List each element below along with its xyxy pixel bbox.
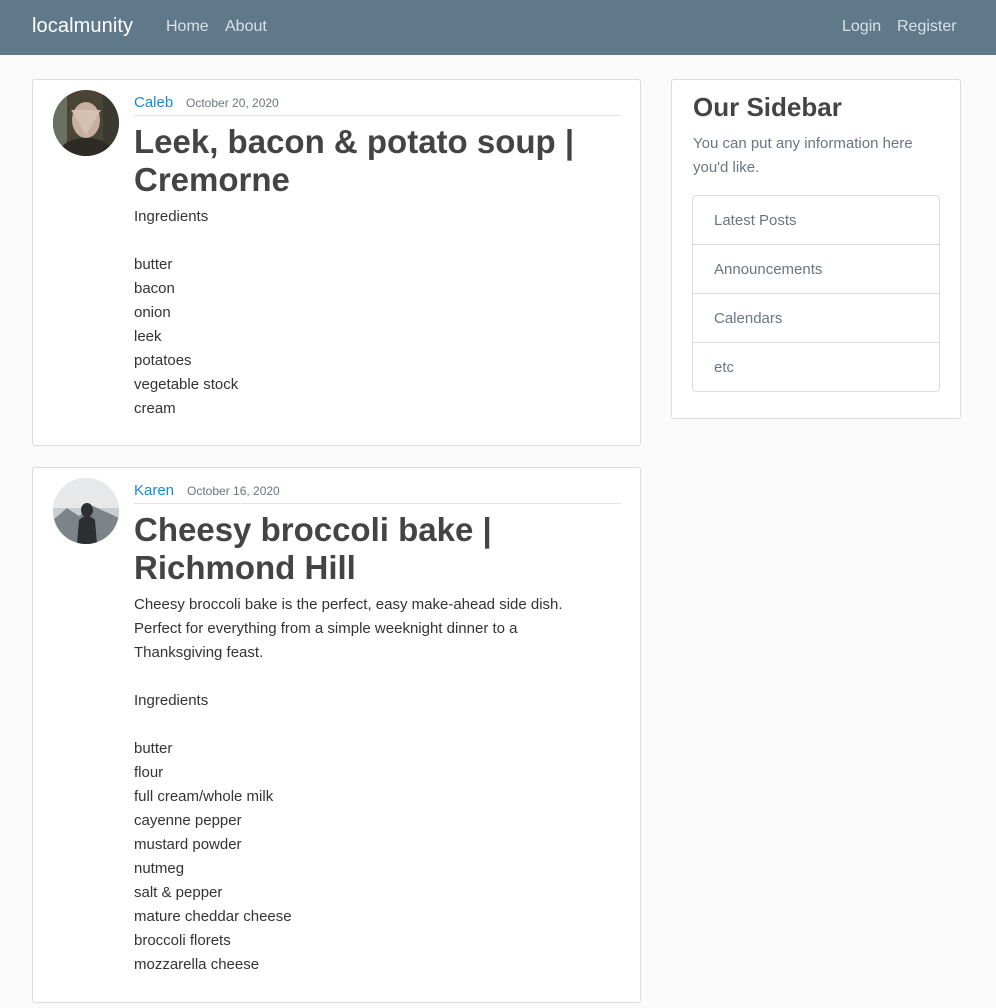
sidebar-description: You can put any information here you'd l…	[693, 135, 913, 176]
sidebar-item-etc[interactable]: etc	[693, 343, 939, 391]
post-card: Caleb October 20, 2020 Leek, bacon & pot…	[32, 79, 641, 446]
author-avatar	[53, 478, 119, 544]
sidebar-item-latest-posts[interactable]: Latest Posts	[693, 196, 939, 245]
sidebar-title: Our Sidebar	[693, 92, 842, 122]
nav-login-link[interactable]: Login	[842, 18, 881, 36]
nav-home-link[interactable]: Home	[166, 18, 209, 36]
nav-register-link[interactable]: Register	[897, 18, 957, 36]
sidebar-item-announcements[interactable]: Announcements	[693, 245, 939, 294]
top-navbar: localmunity Home About Login Register	[0, 0, 996, 55]
brand-logo[interactable]: localmunity	[32, 15, 133, 38]
post-content: Ingredients butter bacon onion leek pota…	[134, 208, 239, 417]
sidebar-list: Latest Posts Announcements Calendars etc	[692, 195, 940, 392]
post-date: October 20, 2020	[186, 96, 279, 110]
post-date: October 16, 2020	[187, 484, 280, 498]
post-card: Karen October 16, 2020 Cheesy broccoli b…	[32, 467, 641, 1003]
nav-about-link[interactable]: About	[225, 18, 267, 36]
author-avatar	[53, 90, 119, 156]
sidebar: Our Sidebar You can put any information …	[671, 79, 961, 419]
post-meta: Karen October 16, 2020	[134, 468, 621, 504]
post-title[interactable]: Cheesy broccoli bake | Richmond Hill	[134, 511, 624, 587]
post-title[interactable]: Leek, bacon & potato soup | Cremorne	[134, 123, 624, 199]
post-meta: Caleb October 20, 2020	[134, 80, 621, 116]
post-author-link[interactable]: Karen	[134, 482, 174, 499]
post-author-link[interactable]: Caleb	[134, 94, 173, 111]
post-content: Cheesy broccoli bake is the perfect, eas…	[134, 596, 563, 973]
sidebar-item-calendars[interactable]: Calendars	[693, 294, 939, 343]
